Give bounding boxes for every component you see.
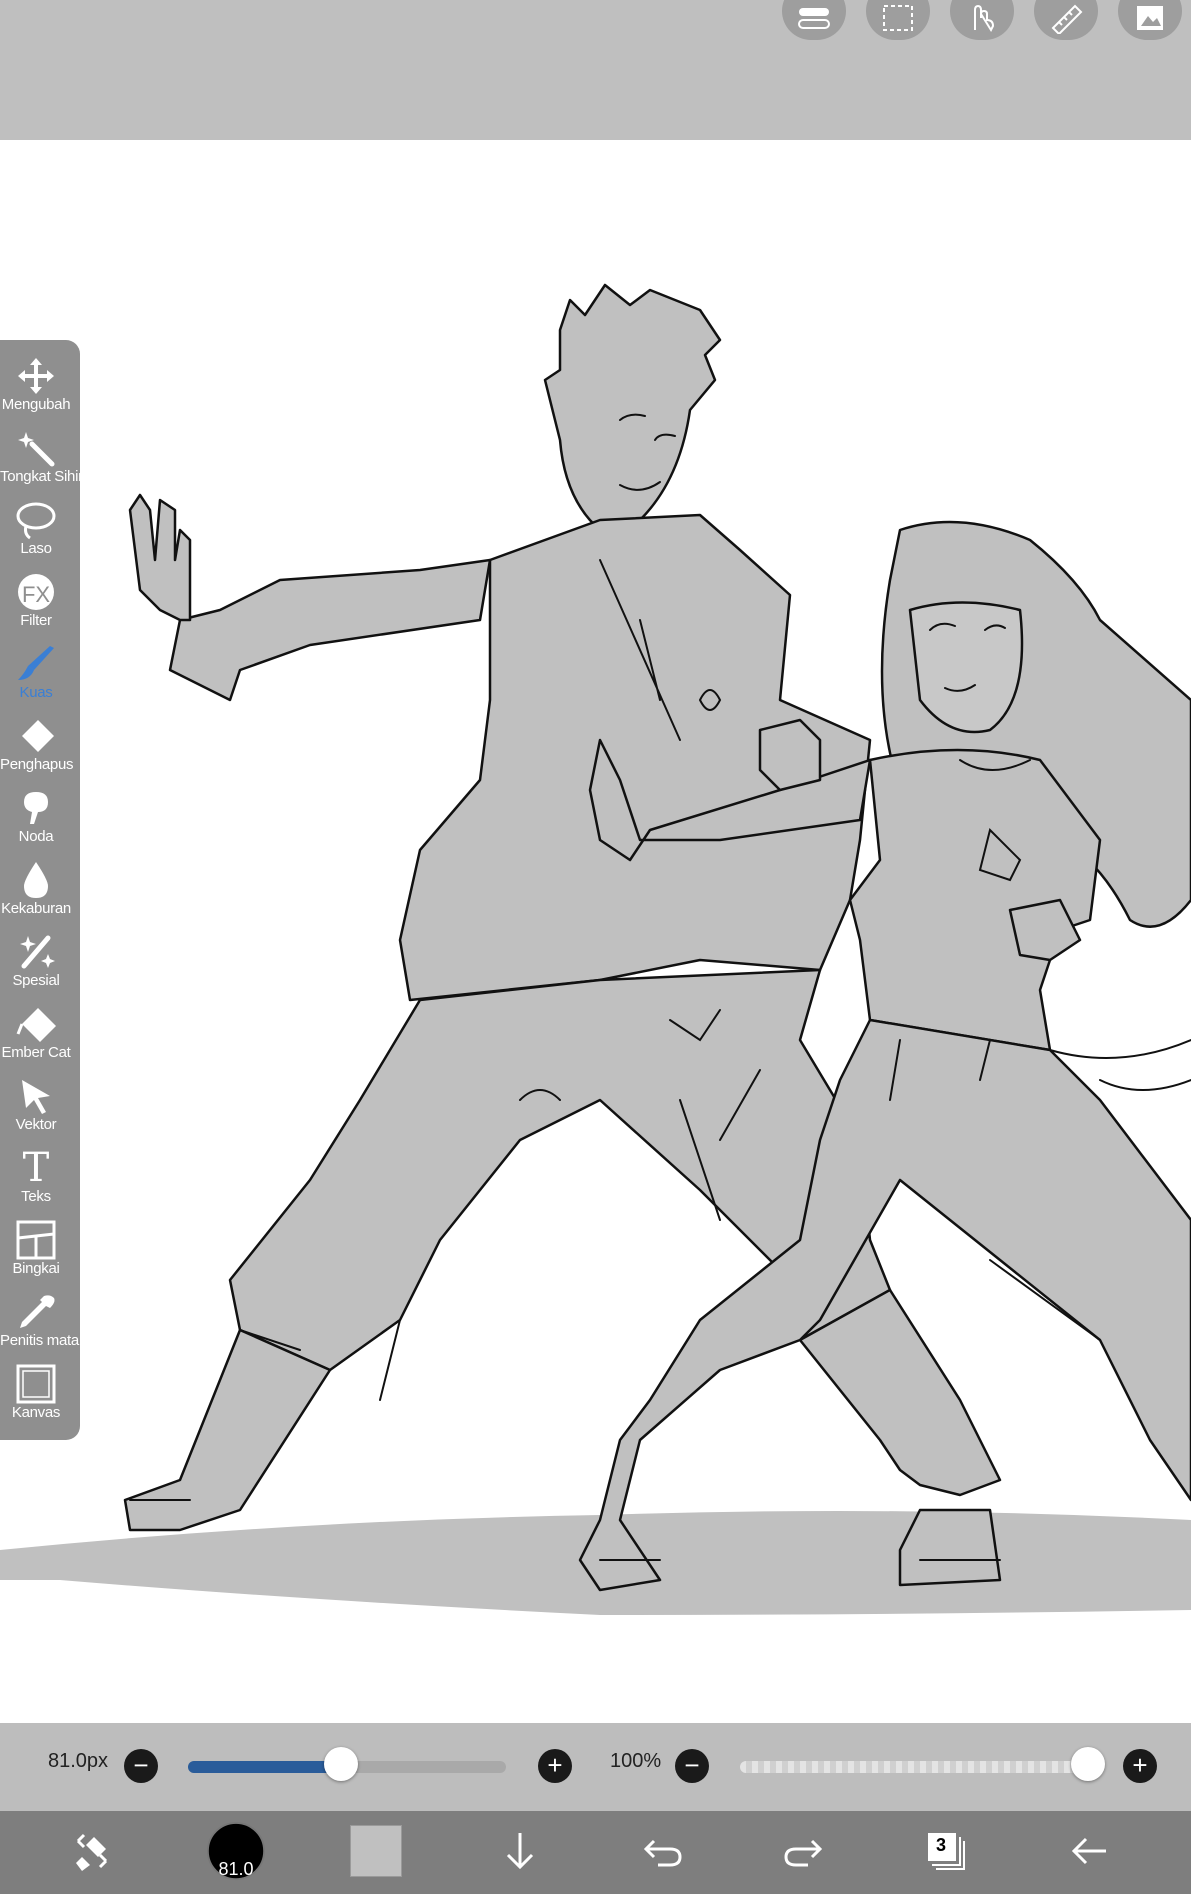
ruler-icon xyxy=(1051,4,1083,34)
minus-icon: − xyxy=(133,1750,149,1780)
tool-magic-wand[interactable]: Tongkat Sihir xyxy=(0,424,83,496)
plus-icon: + xyxy=(1132,1750,1148,1780)
special-brush-icon xyxy=(20,935,55,969)
canvas-icon xyxy=(16,1364,56,1404)
brush-size-badge-label: 81.0 xyxy=(218,1859,254,1879)
tool-filter[interactable]: FX Filter xyxy=(0,568,72,640)
color-swatch xyxy=(350,1825,402,1877)
layers-button[interactable]: 3 xyxy=(914,1819,978,1883)
ruler-button[interactable] xyxy=(1034,0,1098,40)
selection-icon xyxy=(883,5,913,31)
minus-icon: − xyxy=(684,1750,700,1780)
layer-image-button[interactable] xyxy=(1118,0,1182,40)
brush-size-value: 81.0px xyxy=(48,1750,109,1772)
hand-button[interactable] xyxy=(950,0,1014,40)
tool-paint-bucket[interactable]: Ember Cat xyxy=(0,1000,72,1072)
toggle-button[interactable] xyxy=(782,0,846,40)
top-toolbar xyxy=(0,0,1191,140)
vector-arrow-icon xyxy=(22,1080,50,1114)
tool-special[interactable]: Spesial xyxy=(0,928,72,1000)
eyedropper-icon xyxy=(20,1295,55,1328)
redo-icon xyxy=(784,1839,823,1867)
redo-button[interactable] xyxy=(772,1819,836,1883)
tool-transform[interactable]: Mengubah xyxy=(0,352,72,424)
paint-bucket-icon xyxy=(16,1008,56,1042)
magic-wand-icon xyxy=(18,432,55,467)
back-button[interactable] xyxy=(1058,1819,1122,1883)
brush-size-increase-button[interactable]: + xyxy=(538,1749,572,1783)
tool-brush[interactable]: Kuas xyxy=(0,640,72,712)
tool-blur[interactable]: Kekaburan xyxy=(0,856,72,928)
brush-size-badge[interactable]: 81.0 xyxy=(204,1819,268,1883)
opacity-slider[interactable] xyxy=(740,1761,1088,1773)
brush-icon xyxy=(18,646,54,680)
color-swatch-button[interactable] xyxy=(344,1819,408,1883)
download-button[interactable] xyxy=(488,1819,552,1883)
opacity-decrease-button[interactable]: − xyxy=(675,1749,709,1783)
opacity-value: 100% xyxy=(610,1750,662,1772)
brush-size-slider-knob[interactable] xyxy=(324,1747,358,1781)
tool-eraser[interactable]: Penghapus xyxy=(0,712,74,784)
blur-drop-icon xyxy=(24,862,48,898)
bottom-toolbar: 81.0 3 xyxy=(0,1811,1191,1894)
lasso-icon xyxy=(16,502,56,540)
back-icon xyxy=(1071,1837,1106,1865)
hand-icon xyxy=(974,4,995,33)
opacity-slider-knob[interactable] xyxy=(1071,1747,1105,1781)
swap-tool-button[interactable] xyxy=(60,1819,124,1883)
sketch-artwork xyxy=(0,283,1191,1615)
tool-canvas[interactable]: Kanvas xyxy=(0,1360,72,1432)
tool-smudge[interactable]: Noda xyxy=(0,784,72,856)
tool-eyedropper[interactable]: Penitis mata xyxy=(0,1288,79,1360)
smudge-icon xyxy=(24,792,48,824)
tool-vector[interactable]: Vektor xyxy=(0,1072,72,1144)
text-icon: T xyxy=(22,1145,50,1191)
tool-lasso[interactable]: Laso xyxy=(0,496,72,568)
drawing-canvas[interactable] xyxy=(0,140,1191,1723)
move-icon xyxy=(18,358,54,394)
brush-size-decrease-button[interactable]: − xyxy=(124,1749,158,1783)
tool-palette: Mengubah Tongkat Sihir Laso FX Filter Ku… xyxy=(0,340,83,1440)
swap-tool-icon xyxy=(76,1833,108,1871)
brush-size-slider-fill xyxy=(188,1761,341,1773)
download-icon xyxy=(506,1833,534,1870)
undo-button[interactable] xyxy=(630,1819,694,1883)
frame-icon xyxy=(16,1220,56,1260)
slider-bar: 81.0px − + 100% − + xyxy=(0,1723,1191,1811)
selection-button[interactable] xyxy=(866,0,930,40)
toggle-icon xyxy=(798,8,830,29)
tool-text[interactable]: T Teks xyxy=(0,1144,72,1216)
layer-count: 3 xyxy=(935,1835,946,1855)
fx-glyph: FX xyxy=(21,582,51,607)
tool-frame[interactable]: Bingkai xyxy=(0,1216,72,1288)
plus-icon: + xyxy=(547,1750,563,1780)
opacity-increase-button[interactable]: + xyxy=(1123,1749,1157,1783)
layer-image-icon xyxy=(1137,6,1163,30)
undo-icon xyxy=(643,1839,682,1867)
eraser-icon xyxy=(22,720,54,752)
